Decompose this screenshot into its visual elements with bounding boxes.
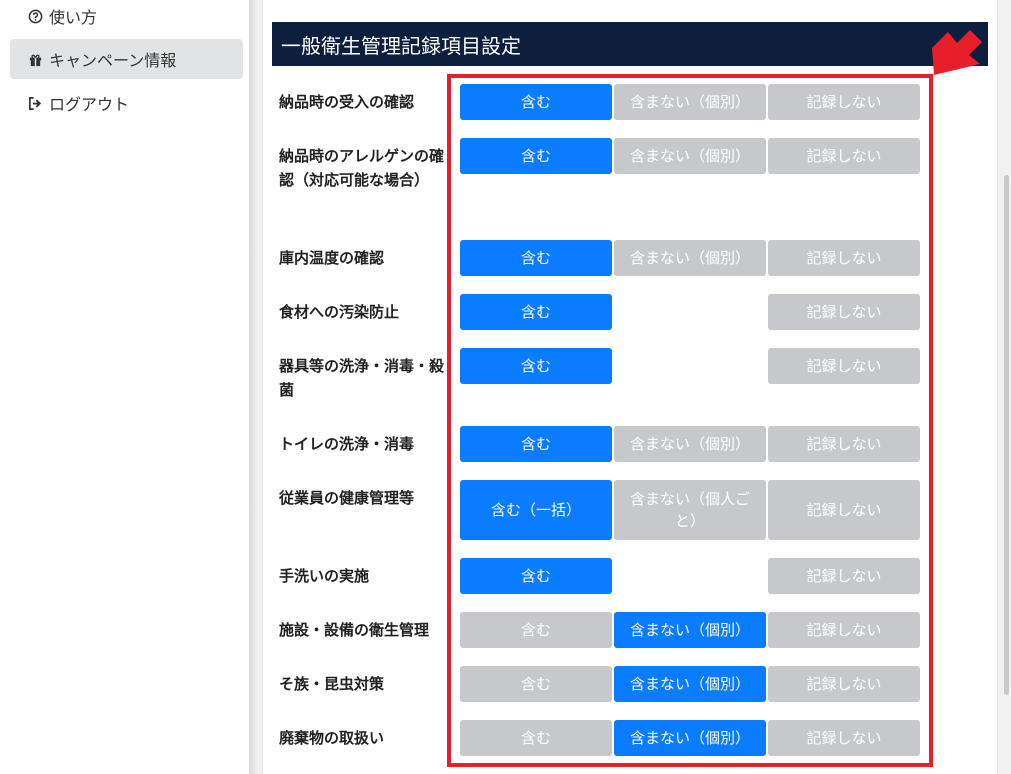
option-button[interactable]: 含む bbox=[460, 348, 612, 384]
section-title: 一般衛生管理記録項目設定 bbox=[281, 33, 521, 58]
option-button[interactable]: 記録しない bbox=[768, 294, 920, 330]
option-button[interactable]: 含む bbox=[460, 612, 612, 648]
option-button[interactable]: 含む（一括） bbox=[460, 480, 612, 540]
row-label: そ族・昆虫対策 bbox=[279, 675, 385, 693]
option-button[interactable]: 含まない（個別） bbox=[614, 84, 766, 120]
sidebar-item-campaign[interactable]: キャンペーン情報 bbox=[10, 39, 243, 79]
row-label: 器具等の洗浄・消毒・殺菌 bbox=[279, 357, 445, 399]
highlight-arrow-icon bbox=[932, 30, 982, 75]
question-circle-icon bbox=[27, 8, 43, 24]
sidebar-item-logout[interactable]: ログアウト bbox=[10, 83, 243, 123]
option-button[interactable]: 記録しない bbox=[768, 720, 920, 756]
row-label: 施設・設備の衛生管理 bbox=[279, 621, 430, 639]
row-label: 納品時のアレルゲンの確認（対応可能な場合） bbox=[279, 147, 445, 189]
sidebar-divider bbox=[249, 0, 257, 774]
option-button[interactable]: 記録しない bbox=[768, 480, 920, 540]
option-button[interactable]: 記録しない bbox=[768, 138, 920, 174]
option-button[interactable]: 記録しない bbox=[768, 426, 920, 462]
option-button[interactable]: 含む bbox=[460, 240, 612, 276]
row-label: 納品時の受入の確認 bbox=[279, 93, 415, 111]
option-button[interactable]: 記録しない bbox=[768, 84, 920, 120]
option-button[interactable]: 含む bbox=[460, 138, 612, 174]
option-button[interactable]: 記録しない bbox=[768, 666, 920, 702]
option-button[interactable]: 含む bbox=[460, 666, 612, 702]
option-button[interactable]: 含まない（個人ごと） bbox=[614, 480, 766, 540]
option-button[interactable]: 含む bbox=[460, 84, 612, 120]
sidebar-item-usage[interactable]: 使い方 bbox=[10, 0, 243, 36]
row-label: 手洗いの実施 bbox=[279, 567, 370, 585]
scrollbar-thumb[interactable] bbox=[1004, 175, 1009, 695]
option-button[interactable]: 含まない（個別） bbox=[614, 666, 766, 702]
sidebar-item-label: 使い方 bbox=[49, 8, 98, 27]
row-label: 従業員の健康管理等 bbox=[279, 489, 415, 507]
option-button[interactable]: 記録しない bbox=[768, 558, 920, 594]
option-button[interactable]: 含まない（個別） bbox=[614, 426, 766, 462]
sidebar-item-label: ログアウト bbox=[49, 95, 130, 114]
row-label: 廃棄物の取扱い bbox=[279, 729, 385, 747]
option-button[interactable]: 含まない（個別） bbox=[614, 612, 766, 648]
section-header: 一般衛生管理記録項目設定 bbox=[272, 22, 988, 66]
option-button[interactable]: 含む bbox=[460, 426, 612, 462]
gift-icon bbox=[27, 51, 43, 67]
row-label: トイレの洗浄・消毒 bbox=[279, 435, 415, 453]
row-label: 食材への汚染防止 bbox=[279, 303, 400, 321]
sidebar-item-label: キャンペーン情報 bbox=[49, 51, 177, 70]
row-label: 庫内温度の確認 bbox=[279, 249, 385, 267]
option-button[interactable]: 含まない（個別） bbox=[614, 720, 766, 756]
option-button[interactable]: 含む bbox=[460, 294, 612, 330]
option-button[interactable]: 記録しない bbox=[768, 240, 920, 276]
sidebar: 使い方 キャンペーン情報 ログアウト bbox=[0, 0, 250, 774]
option-button[interactable]: 記録しない bbox=[768, 612, 920, 648]
logout-icon bbox=[27, 95, 43, 111]
option-button[interactable]: 含む bbox=[460, 720, 612, 756]
option-button[interactable]: 含まない（個別） bbox=[614, 240, 766, 276]
option-button[interactable]: 含む bbox=[460, 558, 612, 594]
option-button[interactable]: 記録しない bbox=[768, 348, 920, 384]
option-button[interactable]: 含まない（個別） bbox=[614, 138, 766, 174]
